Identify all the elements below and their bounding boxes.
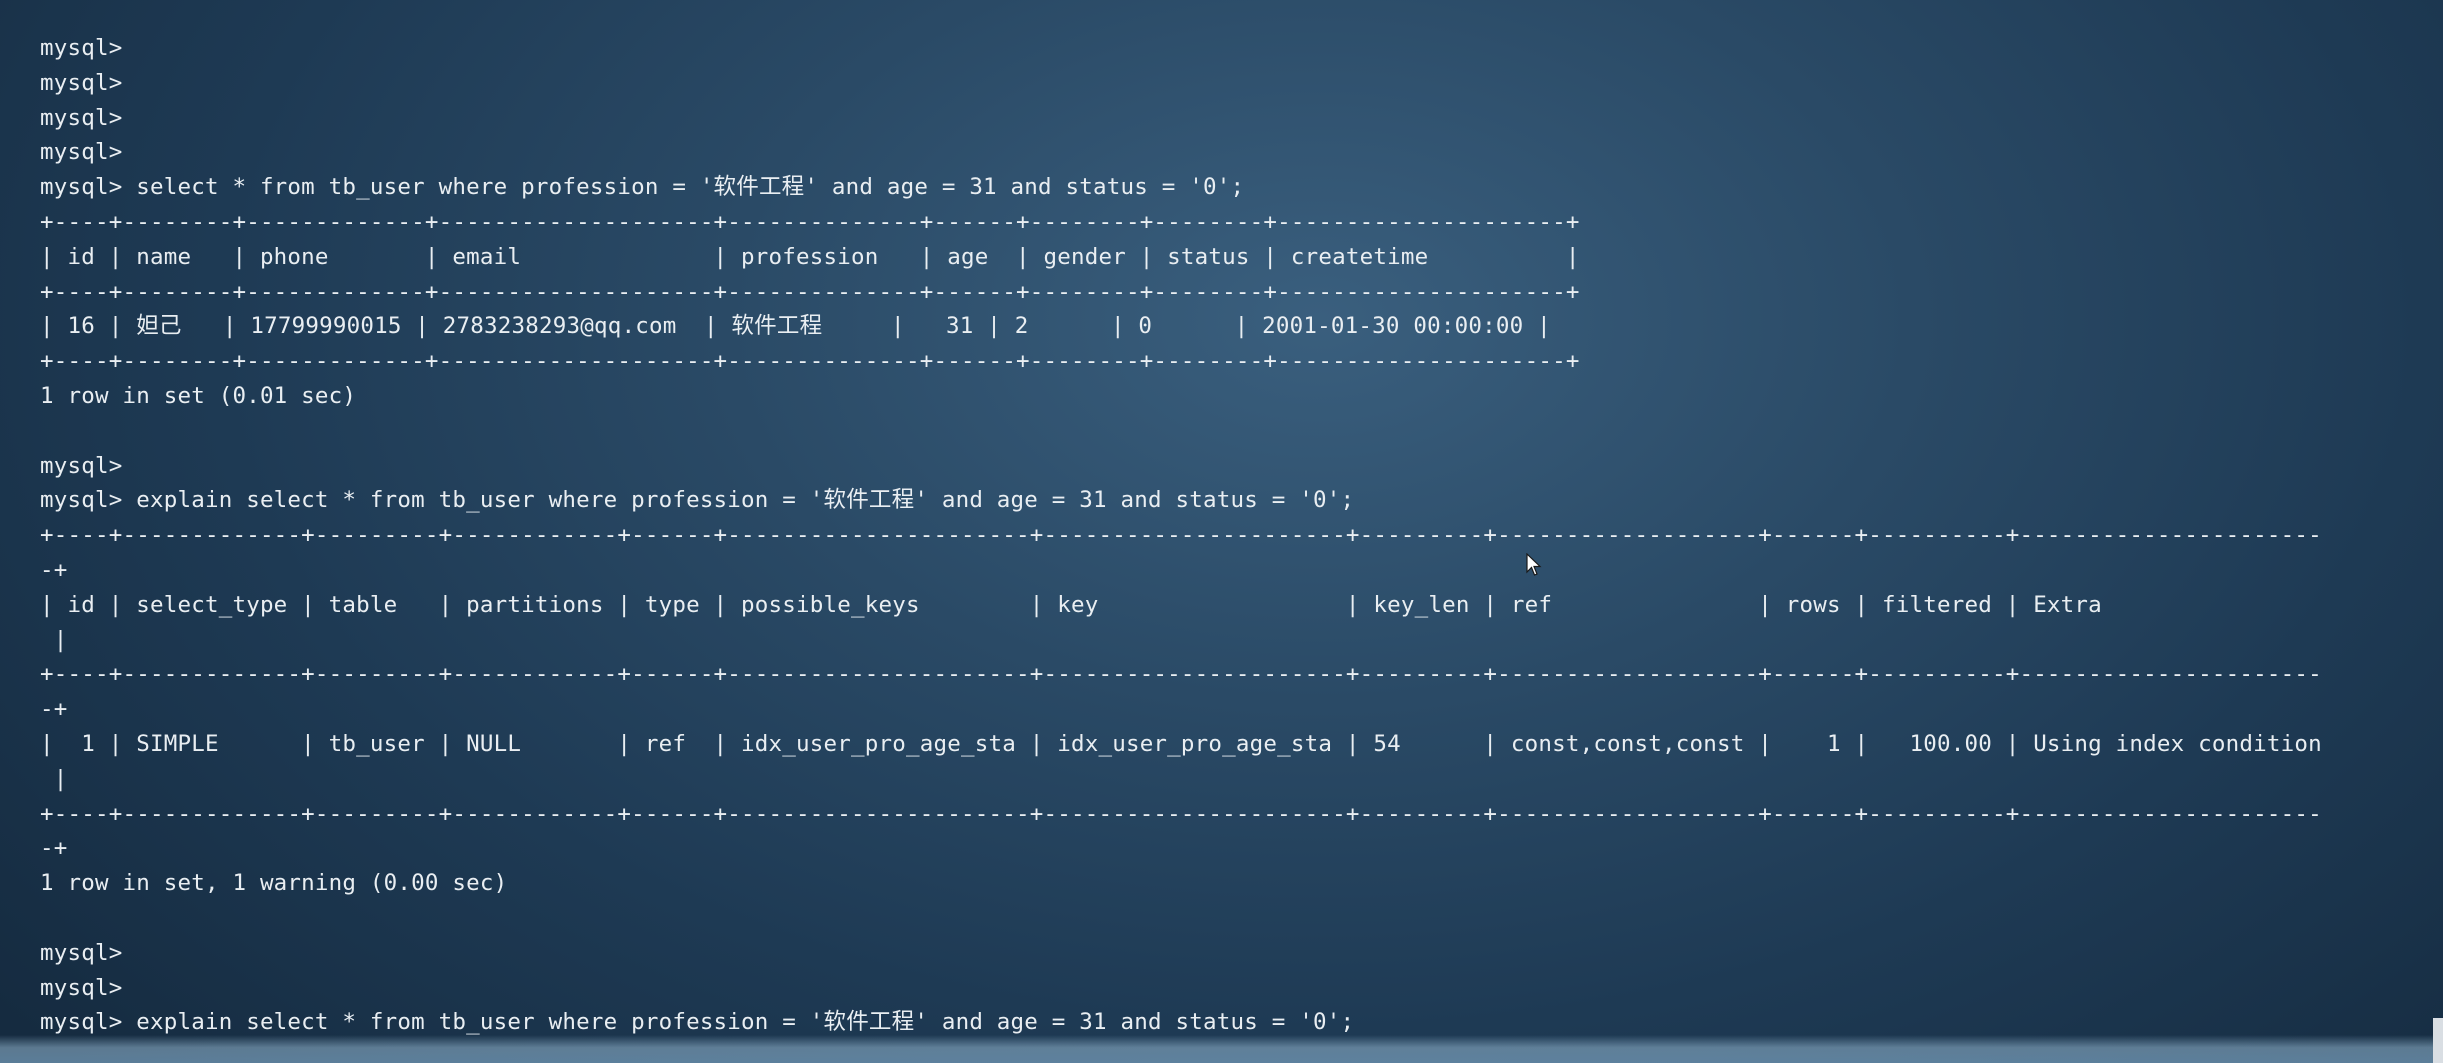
- terminal-line: mysql> select * from tb_user where profe…: [40, 174, 1245, 201]
- terminal-line: -+: [40, 835, 68, 862]
- terminal-line: mysql>: [40, 104, 123, 131]
- terminal-line: | id | select_type | table | partitions …: [40, 591, 2102, 618]
- terminal-line: |: [40, 765, 68, 792]
- terminal-line: +----+--------+-------------+-----------…: [40, 278, 1580, 305]
- terminal-line: +----+--------+-------------+-----------…: [40, 348, 1580, 375]
- terminal-line: -+: [40, 557, 68, 583]
- terminal-line: mysql>: [40, 452, 123, 479]
- terminal-line: | 16 | 妲己 | 17799990015 | 2783238293@qq.…: [40, 313, 1551, 340]
- terminal-line: mysql> explain select * from tb_user whe…: [40, 1009, 1355, 1036]
- terminal-line: mysql>: [40, 69, 123, 96]
- terminal-line: 1 row in set (0.01 sec): [40, 383, 357, 409]
- terminal-line: mysql> explain select * from tb_user whe…: [40, 487, 1355, 514]
- terminal-line: mysql>: [40, 974, 123, 1001]
- terminal-line: +----+-------------+---------+----------…: [40, 522, 2322, 549]
- bottom-edge: [0, 1035, 2443, 1063]
- scrollbar[interactable]: [2433, 1018, 2443, 1063]
- terminal-window[interactable]: mysql> mysql> mysql> mysql> mysql> select * …: [40, 34, 2425, 1044]
- terminal-line: |: [40, 626, 68, 653]
- terminal-line: 1 row in set, 1 warning (0.00 sec): [40, 870, 508, 897]
- terminal-line: mysql>: [40, 139, 123, 166]
- mouse-cursor-icon: [1526, 553, 1542, 576]
- terminal-line: +----+--------+-------------+-----------…: [40, 209, 1580, 235]
- terminal-line: | id | name | phone | email | profession…: [40, 243, 1580, 270]
- terminal-line: +----+-------------+---------+----------…: [40, 661, 2322, 688]
- terminal-line: mysql>: [40, 35, 123, 61]
- terminal-line: mysql>: [40, 939, 123, 966]
- terminal-line: -+: [40, 696, 68, 723]
- terminal-line: | 1 | SIMPLE | tb_user | NULL | ref | id…: [40, 731, 2322, 757]
- terminal-line: +----+-------------+---------+----------…: [40, 800, 2322, 827]
